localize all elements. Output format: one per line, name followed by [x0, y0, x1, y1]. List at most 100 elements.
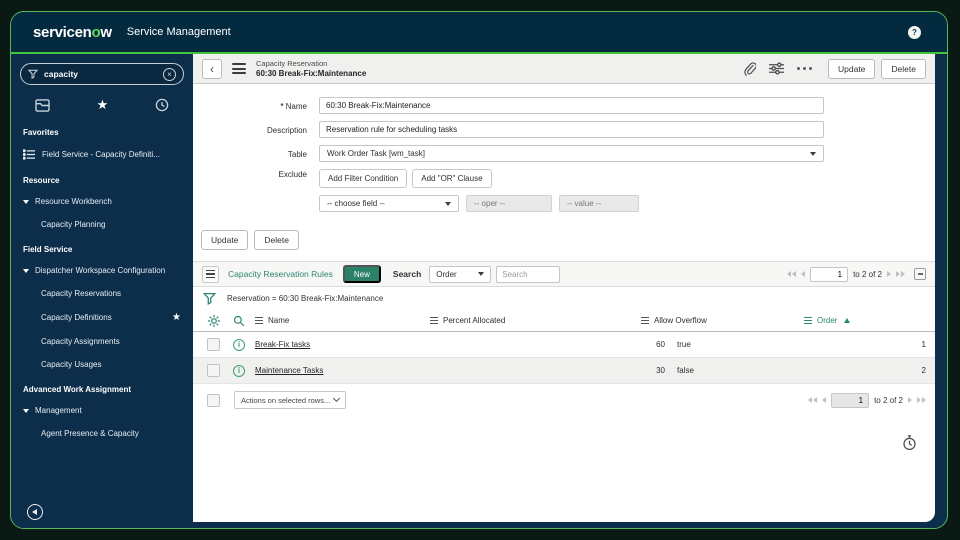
delete-button[interactable]: Delete — [881, 58, 926, 79]
column-header-allow-overflow[interactable]: Allow Overflow — [641, 316, 804, 325]
allow-overflow-value: false — [677, 366, 694, 375]
sidebar-item-agent-presence-capacity[interactable]: Agent Presence & Capacity — [11, 422, 193, 445]
sort-ascending-icon — [844, 318, 851, 323]
column-header-percent-allocated[interactable]: Percent Allocated — [430, 316, 641, 325]
favorites-tab-icon[interactable]: ★ — [97, 97, 109, 113]
nav-section-field-service: Field Service — [23, 245, 73, 254]
new-button[interactable]: New — [342, 265, 381, 283]
sidebar-item-field-service-capacity-definitions[interactable]: Field Service - Capacity Definiti... — [11, 142, 193, 167]
arrow-left-icon — [32, 509, 37, 515]
help-icon[interactable]: ? — [908, 25, 921, 39]
more-options-icon[interactable] — [796, 66, 812, 71]
first-page-icon[interactable] — [808, 397, 818, 403]
sidebar-item-resource-workbench[interactable]: Resource Workbench — [11, 190, 193, 213]
order-value: 1 — [921, 340, 926, 349]
next-page-icon[interactable] — [887, 271, 891, 277]
chevron-down-icon — [810, 151, 816, 156]
info-icon[interactable]: i — [233, 364, 245, 377]
filter-funnel-icon[interactable] — [203, 292, 216, 305]
page-number-input[interactable] — [831, 392, 870, 408]
choose-field-select[interactable]: -- choose field -- — [319, 195, 459, 212]
table-select[interactable]: Work Order Task [wm_task] — [319, 145, 824, 162]
actions-on-selected-rows-select[interactable]: Actions on selected rows... — [234, 391, 346, 409]
record-type-label: Capacity Reservation — [256, 59, 328, 68]
history-tab-icon[interactable] — [155, 98, 169, 112]
list-title-link[interactable]: Capacity Reservation Rules — [228, 269, 333, 279]
table-field-label: Table — [287, 149, 307, 159]
collapse-sidebar-button[interactable] — [27, 504, 43, 520]
sidebar-nav: Favorites Field Service - Capacity Defin… — [11, 119, 193, 445]
order-value: 2 — [921, 366, 926, 375]
list-filter-row: Reservation = 60:30 Break-Fix:Maintenanc… — [193, 287, 935, 310]
add-or-clause-button[interactable]: Add "OR" Clause — [412, 169, 492, 188]
chevron-down-icon — [332, 394, 341, 403]
nav-section-advanced-work-assignment: Advanced Work Assignment — [23, 385, 132, 394]
minimize-list-icon[interactable] — [914, 268, 926, 280]
product-title: Service Management — [126, 26, 231, 38]
form-caption-bar: ‹ Capacity Reservation 60:30 Break-Fix:M… — [193, 54, 935, 84]
sidebar-item-capacity-usages[interactable]: Capacity Usages — [11, 353, 193, 376]
next-page-icon[interactable] — [908, 397, 912, 403]
sidebar-item-capacity-planning[interactable]: Capacity Planning — [11, 213, 193, 236]
row-checkbox[interactable] — [207, 364, 220, 377]
sidebar-item-dispatcher-workspace-configuration[interactable]: Dispatcher Workspace Configuration — [11, 259, 193, 282]
record-link[interactable]: Maintenance Tasks — [255, 366, 323, 375]
clear-search-icon[interactable]: × — [163, 67, 176, 81]
percent-allocated-value: 60 — [656, 340, 665, 349]
first-page-icon[interactable] — [787, 271, 797, 277]
pagination-range-label: to 2 of 2 — [853, 269, 882, 279]
last-page-icon[interactable] — [896, 271, 905, 277]
description-field[interactable] — [319, 121, 824, 138]
chevron-down-icon — [445, 201, 451, 206]
delete-button-bottom[interactable]: Delete — [254, 230, 299, 250]
sidebar-item-capacity-definitions[interactable]: Capacity Definitions ★ — [11, 305, 193, 330]
list-search-input[interactable] — [496, 265, 561, 283]
personalize-form-sliders-icon[interactable] — [768, 62, 784, 75]
record-form: *Name Description Table Work Order Task … — [193, 84, 935, 212]
main-area: ‹ Capacity Reservation 60:30 Break-Fix:M… — [193, 54, 947, 528]
breadcrumb-filter-text[interactable]: Reservation = 60:30 Break-Fix:Maintenanc… — [227, 294, 383, 303]
previous-page-icon[interactable] — [822, 397, 827, 403]
search-input[interactable] — [44, 69, 163, 79]
chevron-down-icon — [478, 272, 485, 276]
column-menu-icon — [430, 317, 438, 324]
gear-icon[interactable] — [208, 314, 220, 327]
list-icon — [23, 149, 35, 160]
list-pagination-top: to 2 of 2 — [787, 266, 926, 282]
nav-section-resource: Resource — [23, 176, 60, 185]
list-header: Capacity Reservation Rules New Search Or… — [193, 261, 935, 287]
search-field-select[interactable]: Order — [429, 265, 492, 283]
form-context-menu-icon[interactable] — [232, 63, 246, 74]
sidebar: × ★ Favorites Field Service - Capacity D… — [11, 54, 193, 528]
row-checkbox[interactable] — [207, 338, 220, 351]
column-header-order[interactable]: Order — [804, 316, 851, 325]
table-row[interactable]: i Maintenance Tasks 30 false 2 — [193, 358, 935, 384]
sidebar-item-capacity-reservations[interactable]: Capacity Reservations — [11, 282, 193, 305]
list-search-label: Search — [392, 269, 422, 279]
list-context-menu-icon[interactable] — [202, 265, 219, 283]
add-filter-condition-button[interactable]: Add Filter Condition — [319, 169, 408, 188]
app-header: servicenow Service Management ? — [11, 12, 947, 52]
list-refresh-timer-icon[interactable] — [902, 435, 917, 451]
favorite-star-icon[interactable]: ★ — [172, 312, 181, 323]
previous-page-icon[interactable] — [801, 271, 806, 277]
table-row[interactable]: i Break-Fix tasks 60 true 1 — [193, 332, 935, 358]
sidebar-item-management[interactable]: Management — [11, 399, 193, 422]
update-button[interactable]: Update — [828, 58, 876, 79]
list-column-headers: Name Percent Allocated Allow Overflow Or… — [193, 310, 935, 332]
info-icon[interactable]: i — [233, 338, 245, 351]
record-link[interactable]: Break-Fix tasks — [255, 340, 310, 349]
column-header-name[interactable]: Name — [255, 316, 430, 325]
last-page-icon[interactable] — [917, 397, 926, 403]
back-button[interactable]: ‹ — [202, 58, 222, 79]
page-number-input[interactable] — [810, 266, 849, 282]
name-field[interactable] — [319, 97, 824, 114]
all-applications-icon[interactable] — [35, 98, 50, 112]
search-icon[interactable] — [233, 315, 245, 327]
sidebar-search[interactable]: × — [20, 63, 184, 85]
name-field-label: * Name — [280, 101, 307, 111]
sidebar-item-capacity-assignments[interactable]: Capacity Assignments — [11, 330, 193, 353]
attachment-paperclip-icon[interactable] — [743, 61, 756, 76]
update-button-bottom[interactable]: Update — [201, 230, 249, 250]
select-all-checkbox[interactable] — [207, 393, 220, 407]
